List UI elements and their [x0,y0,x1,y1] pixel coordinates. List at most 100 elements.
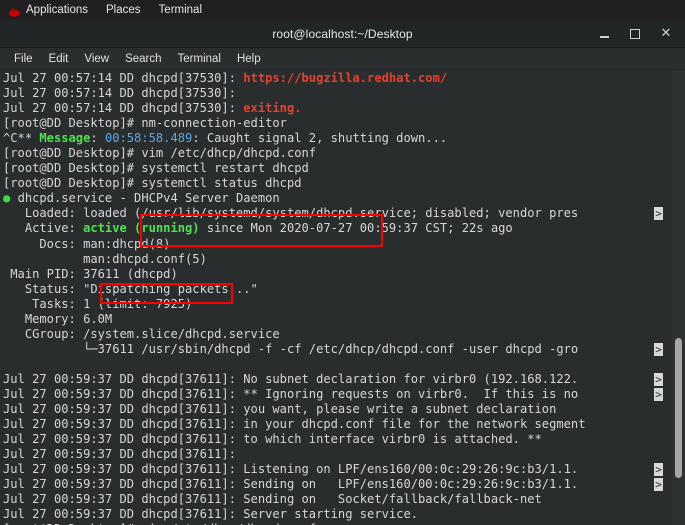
window-controls: ✕ [591,20,679,47]
terminal-text-span: Docs: man:dhcpd(8) [3,236,171,251]
terminal-text-span: : Caught signal 2, shutting down... [192,131,448,146]
close-button[interactable]: ✕ [653,23,679,44]
terminal-line: Jul 27 00:57:14 DD dhcpd[37530]: [3,86,685,101]
terminal-line: └─37611 /usr/sbin/dhcpd -f -cf /etc/dhcp… [3,342,685,357]
terminal-text-span: dhcpd.service - DHCPv4 Server Daemon [17,191,280,206]
terminal-text-span: since Mon 2020-07-27 00:59:37 CST; 22s a… [199,221,513,236]
terminal-text-span: Jul 27 00:59:37 DD dhcpd[37611]: Sending… [3,477,579,492]
terminal-text-span: Tasks: 1 (limit: 7925) [3,296,193,311]
terminal-text-span: [root@DD Desktop]# systemctl restart dhc… [3,161,309,176]
terminal-text-span: active (running) [83,221,200,236]
terminal-line: Jul 27 00:59:37 DD dhcpd[37611]: in your… [3,417,685,432]
line-overflow-marker: > [654,478,663,492]
terminal-scrollbar[interactable] [672,70,685,525]
terminal-text-span: 00:58:58.489 [104,131,193,146]
terminal-text-span: Jul 27 00:59:37 DD dhcpd[37611]: No subn… [3,371,579,386]
terminal-window: root@localhost:~/Desktop ✕ File Edit Vie… [0,20,685,525]
terminal-text-span: [root@DD Desktop]# nm-connection-editor [3,116,287,131]
terminal-line: Active: active (running) since Mon 2020-… [3,221,685,236]
terminal-line: [root@DD Desktop]# vim /etc/dhcp/dhcpd.c… [3,146,685,161]
terminal-text-span: [root@DD Desktop]# vim /etc/dhcp/dhcpd.c… [3,146,317,161]
terminal-text-span: Main PID: 37611 (dhcpd) [3,266,178,281]
terminal-scrollbar-thumb[interactable] [675,338,682,478]
menu-search-label: Search [125,52,162,65]
terminal-line: Jul 27 00:59:37 DD dhcpd[37611]: Sending… [3,477,685,492]
menu-file-label: File [14,52,33,65]
terminal-text-span: Jul 27 00:59:37 DD dhcpd[37611]: you wan… [3,402,557,417]
desktop-top-panel: Applications Places Terminal [0,0,685,20]
terminal-line: Memory: 6.0M [3,312,685,327]
terminal-text-span: Jul 27 00:57:14 DD dhcpd[37530]: [3,86,236,101]
menu-search[interactable]: Search [117,48,169,70]
terminal-text-span: Jul 27 00:59:37 DD dhcpd[37611]: to whic… [3,432,542,447]
terminal-line: CGroup: /system.slice/dhcpd.service [3,327,685,342]
terminal-text-span: Jul 27 00:59:37 DD dhcpd[37611]: ** Igno… [3,386,579,401]
line-overflow-marker: > [654,342,663,356]
close-icon: ✕ [660,26,672,41]
line-overflow-marker: > [654,388,663,402]
terminal-text-span: man:dhcpd.conf(5) [3,251,207,266]
terminal-line: Jul 27 00:59:37 DD dhcpd[37611]: you wan… [3,402,685,417]
menu-edit-label: Edit [48,52,69,65]
menu-edit[interactable]: Edit [41,48,77,70]
places-menu-label: Places [106,4,141,16]
terminal-line: Jul 27 00:57:14 DD dhcpd[37530]: exiting… [3,101,685,116]
terminal-line: Jul 27 00:57:14 DD dhcpd[37530]: https:/… [3,71,685,86]
window-titlebar[interactable]: root@localhost:~/Desktop ✕ [0,20,685,48]
menu-view-label: View [84,52,110,65]
terminal-text-span: ● [3,191,18,206]
terminal-line: Jul 27 00:59:37 DD dhcpd[37611]: to whic… [3,432,685,447]
window-title: root@localhost:~/Desktop [272,26,413,41]
menu-terminal-label: Terminal [177,52,221,65]
terminal-text-span: Status: "Dispatching packets..." [3,281,258,296]
terminal-text-span: Loaded: loaded (/usr/lib/systemd/system/… [3,206,579,221]
minimize-button[interactable] [591,23,617,44]
terminal-line: [root@DD Desktop]# systemctl status dhcp… [3,176,685,191]
terminal-text-span: ^C** [3,131,40,146]
minimize-icon [599,36,609,38]
terminal-text-span: Jul 27 00:59:37 DD dhcpd[37611]: Listeni… [3,462,579,477]
menu-help-label: Help [236,52,261,65]
terminal-text-span: https://bugzilla.redhat.com/ [243,71,448,85]
terminal-text-span: Jul 27 00:59:37 DD dhcpd[37611]: Sending… [3,492,542,507]
terminal-line: [root@DD Desktop]# nm-connection-editor [3,116,685,131]
places-menu[interactable]: Places [97,0,150,20]
terminal-text-span: Jul 27 00:59:37 DD dhcpd[37611]: Server … [3,507,419,522]
terminal-line: Status: "Dispatching packets..." [3,282,685,297]
terminal-app-menu-label: Terminal [158,4,203,16]
maximize-icon [630,28,640,39]
menu-file[interactable]: File [6,48,41,70]
terminal-text-span: Jul 27 00:59:37 DD dhcpd[37611]: [3,447,236,462]
terminal-menubar: File Edit View Search Terminal Help [0,48,685,70]
terminal-line: Main PID: 37611 (dhcpd) [3,267,685,282]
maximize-button[interactable] [622,23,648,44]
terminal-text-span: Message [39,131,91,146]
applications-menu[interactable]: Applications [0,0,97,20]
terminal-text-span: exiting. [243,101,302,116]
terminal-line: Docs: man:dhcpd(8) [3,237,685,252]
terminal-line: ^C** Message: 00:58:58.489: Caught signa… [3,131,685,146]
menu-view[interactable]: View [76,48,117,70]
redhat-hat-icon [8,5,21,16]
terminal-line: Jul 27 00:59:37 DD dhcpd[37611]: Listeni… [3,462,685,477]
terminal-output-area[interactable]: Jul 27 00:57:14 DD dhcpd[37530]: https:/… [0,70,685,525]
terminal-text-span: └─37611 /usr/sbin/dhcpd -f -cf /etc/dhcp… [3,341,579,356]
menu-help[interactable]: Help [229,48,269,70]
menu-terminal[interactable]: Terminal [170,48,229,70]
terminal-text-span: Jul 27 00:59:37 DD dhcpd[37611]: in your… [3,417,586,432]
terminal-line: Loaded: loaded (/usr/lib/systemd/system/… [3,206,685,221]
terminal-line: man:dhcpd.conf(5) [3,252,685,267]
terminal-text-span: [root@DD Desktop]# systemctl status dhcp… [3,176,302,191]
terminal-text-span: Jul 27 00:57:14 DD dhcpd[37530]: [3,101,244,116]
terminal-line: [root@DD Desktop]# systemctl restart dhc… [3,161,685,176]
terminal-text-span: Memory: 6.0M [3,311,113,326]
terminal-text: Jul 27 00:57:14 DD dhcpd[37530]: https:/… [3,71,685,525]
terminal-line: Jul 27 00:59:37 DD dhcpd[37611]: No subn… [3,372,685,387]
terminal-line: Tasks: 1 (limit: 7925) [3,297,685,312]
terminal-app-menu[interactable]: Terminal [150,0,211,20]
terminal-text-span: Jul 27 00:57:14 DD dhcpd[37530]: [3,71,244,85]
terminal-text-span: Active: [3,221,84,236]
terminal-line: Jul 27 00:59:37 DD dhcpd[37611]: Sending… [3,492,685,507]
terminal-line: Jul 27 00:59:37 DD dhcpd[37611]: ** Igno… [3,387,685,402]
terminal-line: Jul 27 00:59:37 DD dhcpd[37611]: Server … [3,507,685,522]
